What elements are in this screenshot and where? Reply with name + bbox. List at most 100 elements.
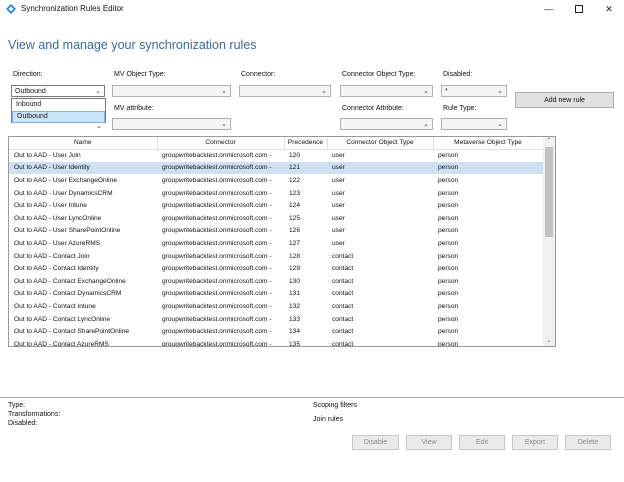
cell-name: Out to AAD - User DynamicsCRM: [14, 189, 113, 197]
close-icon[interactable]: ✕: [594, 2, 624, 16]
table-row[interactable]: Out to AAD - Contact Identity groupwriteb…: [9, 262, 543, 275]
cell-metaverse-object-type: person: [438, 328, 459, 336]
join-rules-label: Join rules: [313, 416, 343, 423]
direction-options-list: Inbound Outbound: [11, 98, 106, 123]
cell-connector: groupwritebacktest.onmicrosoft.com -: [162, 252, 272, 260]
cell-name: Out to AAD - Contact DynamicsCRM: [14, 290, 122, 298]
maximize-icon[interactable]: [564, 2, 594, 16]
mv-attribute-dropdown[interactable]: ⌄: [112, 118, 231, 130]
direction-dropdown[interactable]: Outbound ⌄: [11, 85, 105, 97]
cell-connector-object-type: user: [327, 161, 433, 175]
edit-button[interactable]: Edit: [459, 435, 505, 450]
cell-precedence: 130: [289, 277, 301, 285]
connector-label: Connector:: [241, 71, 276, 78]
cell-name: Out to AAD - Contact AzureRMS: [14, 340, 109, 347]
divider: [0, 397, 624, 398]
view-button[interactable]: View: [406, 435, 452, 450]
cell-name: Out to AAD - Contact SharePointOnline: [14, 328, 130, 336]
cell-metaverse-object-type: person: [438, 176, 459, 184]
cell-metaverse-object-type: person: [438, 202, 459, 210]
table-row[interactable]: Out to AAD - User SharePointOnline groupw…: [9, 225, 543, 238]
direction-label: Direction:: [13, 71, 43, 78]
column-header-connector[interactable]: Connector: [157, 137, 285, 150]
cell-precedence: 123: [289, 189, 301, 197]
cell-connector: groupwritebacktest.onmicrosoft.com -: [162, 214, 272, 222]
cell-precedence: 120: [289, 152, 301, 160]
table-row[interactable]: Out to AAD - Contact ExchangeOnline group…: [9, 275, 543, 288]
cell-precedence: 131: [289, 290, 301, 298]
cell-name: Out to AAD - User ExchangeOnline: [14, 176, 117, 184]
cell-name: Out to AAD - User Intune: [14, 202, 87, 210]
cell-metaverse-object-type: person: [438, 152, 459, 160]
column-header-precedence[interactable]: Precedence: [284, 137, 328, 150]
table-row[interactable]: Out to AAD - Contact Intune groupwritebac…: [9, 300, 543, 313]
table-row[interactable]: Out to AAD - Contact DynamicsCRM groupwri…: [9, 288, 543, 301]
cell-precedence: 132: [289, 302, 301, 310]
column-header-name[interactable]: Name: [9, 137, 158, 150]
table-row[interactable]: Out to AAD - User ExchangeOnline groupwri…: [9, 174, 543, 187]
disable-button[interactable]: Disable: [352, 435, 399, 450]
cell-connector: groupwritebacktest.onmicrosoft.com -: [162, 265, 272, 273]
cell-connector: groupwritebacktest.onmicrosoft.com -: [162, 189, 272, 197]
column-header-metaverse-object-type[interactable]: Metaverse Object Type: [433, 137, 544, 150]
cell-connector-object-type: user: [332, 202, 345, 210]
cell-precedence: 135: [289, 340, 301, 347]
scrollbar-thumb[interactable]: [545, 147, 553, 237]
cell-connector: groupwritebacktest.onmicrosoft.com -: [162, 239, 272, 247]
table-row[interactable]: Out to AAD - Contact Join groupwritebackt…: [9, 250, 543, 263]
cell-metaverse-object-type: person: [438, 290, 459, 298]
cell-connector: groupwritebacktest.onmicrosoft.com -: [162, 315, 272, 323]
cell-name: Out to AAD - Contact Intune: [14, 302, 96, 310]
delete-button[interactable]: Delete: [565, 435, 611, 450]
export-button[interactable]: Export: [512, 435, 558, 450]
table-row[interactable]: Out to AAD - User DynamicsCRM groupwriteb…: [9, 187, 543, 200]
rules-table: Name Connector Precedence Connector Obje…: [8, 136, 556, 347]
cell-precedence: 122: [289, 176, 301, 184]
table-row[interactable]: Out to AAD - User Join groupwritebacktest…: [9, 149, 543, 162]
cell-precedence: 121: [284, 161, 327, 175]
table-row[interactable]: Out to AAD - Contact SharePointOnline gro…: [9, 325, 543, 338]
direction-option-outbound[interactable]: Outbound: [12, 111, 105, 123]
direction-option-inbound[interactable]: Inbound: [12, 99, 105, 111]
scroll-down-icon[interactable]: ⌄: [543, 337, 555, 346]
cell-connector-object-type: contact: [332, 277, 354, 285]
scroll-up-icon[interactable]: ⌃: [543, 137, 555, 146]
cell-name: Out to AAD - Contact Identity: [14, 265, 99, 273]
connector-dropdown[interactable]: ⌄: [239, 85, 331, 97]
connector-object-type-dropdown[interactable]: ⌄: [340, 85, 433, 97]
rule-type-dropdown[interactable]: ⌄: [441, 118, 507, 130]
cell-connector: groupwritebacktest.onmicrosoft.com -: [162, 290, 272, 298]
cell-connector-object-type: user: [332, 176, 345, 184]
chevron-down-icon: ⌄: [95, 88, 101, 95]
cell-connector-object-type: user: [332, 227, 345, 235]
table-row[interactable]: Out to AAD - User LyncOnline groupwriteba…: [9, 212, 543, 225]
table-row[interactable]: Out to AAD - User Identity groupwriteback…: [9, 161, 543, 175]
cell-precedence: 124: [289, 202, 301, 210]
table-row[interactable]: Out to AAD - User AzureRMS groupwriteback…: [9, 237, 543, 250]
cell-connector-object-type: user: [332, 214, 345, 222]
table-row[interactable]: Out to AAD - User Intune groupwritebackte…: [9, 199, 543, 212]
disabled-detail-label: Disabled:: [8, 420, 38, 427]
title-bar: Synchronization Rules Editor — ✕: [0, 0, 624, 18]
type-label: Type:: [8, 402, 26, 409]
mv-object-type-label: MV Object Type:: [114, 71, 166, 78]
chevron-down-icon: ⌄: [497, 88, 503, 95]
column-header-connector-object-type[interactable]: Connector Object Type: [327, 137, 434, 150]
connector-attribute-dropdown[interactable]: ⌄: [340, 118, 433, 130]
cell-name: Out to AAD - User AzureRMS: [14, 239, 101, 247]
cell-connector-object-type: contact: [332, 265, 354, 273]
cell-connector: groupwritebacktest.onmicrosoft.com -: [162, 302, 272, 310]
mv-object-type-dropdown[interactable]: ⌄: [112, 85, 231, 97]
cell-connector: groupwritebacktest.onmicrosoft.com -: [162, 202, 272, 210]
add-new-rule-button[interactable]: Add new rule: [515, 92, 614, 108]
disabled-dropdown[interactable]: * ⌄: [441, 85, 507, 97]
disabled-value: *: [445, 88, 448, 95]
table-row[interactable]: Out to AAD - Contact LyncOnline groupwrit…: [9, 313, 543, 326]
cell-metaverse-object-type: person: [438, 227, 459, 235]
chevron-down-icon: ⌄: [96, 123, 102, 130]
table-vertical-scrollbar[interactable]: ⌃ ⌄: [543, 137, 555, 346]
minimize-icon[interactable]: —: [534, 2, 564, 16]
cell-name: Out to AAD - User Identity: [9, 161, 157, 175]
table-row[interactable]: Out to AAD - Contact AzureRMS groupwriteb…: [9, 338, 543, 347]
table-header-row: Name Connector Precedence Connector Obje…: [9, 137, 544, 150]
